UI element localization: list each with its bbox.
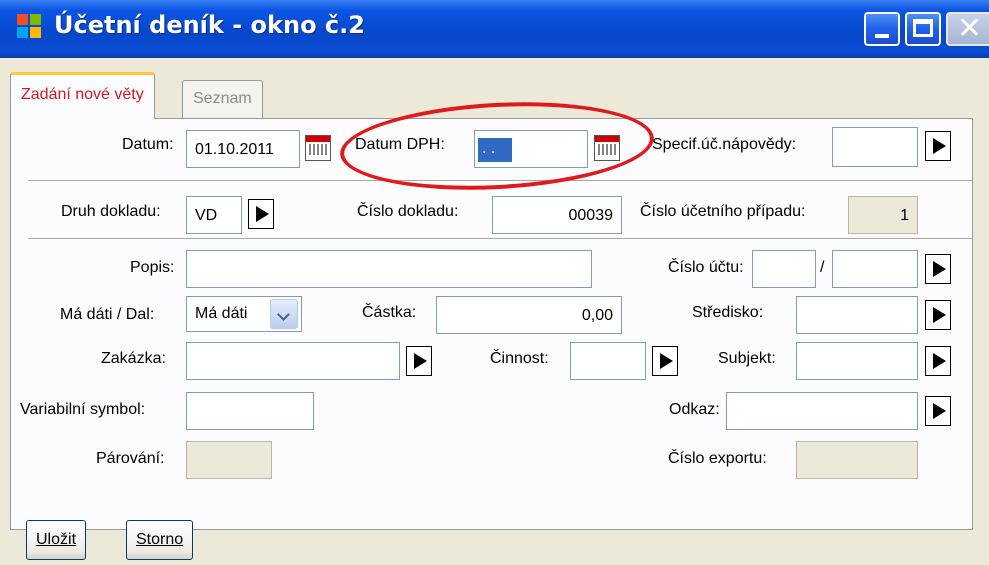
- specif-input[interactable]: [832, 127, 918, 167]
- separator: [28, 180, 972, 184]
- arrow-right-icon[interactable]: [248, 199, 274, 229]
- specif-label: Specif.úč.nápovědy:: [652, 136, 797, 153]
- stredisko-input[interactable]: [796, 296, 918, 334]
- odkaz-input[interactable]: [726, 392, 918, 430]
- cancel-button-label: Storno: [136, 531, 184, 548]
- subjekt-input[interactable]: [796, 342, 918, 380]
- arrow-right-icon[interactable]: [925, 346, 951, 376]
- chevron-down-icon[interactable]: [270, 299, 298, 329]
- arrow-right-icon[interactable]: [925, 131, 951, 161]
- tab-seznam[interactable]: Seznam: [182, 80, 263, 119]
- ma-dati-label: Má dáti / Dal:: [60, 306, 155, 323]
- castka-input[interactable]: 0,00: [436, 296, 622, 334]
- cinnost-label: Činnost:: [490, 350, 549, 367]
- cislo-pripadu-label: Číslo účetního případu:: [640, 203, 806, 220]
- cislo-uctu-label: Číslo účtu:: [668, 259, 744, 276]
- cancel-button[interactable]: Storno: [126, 520, 194, 560]
- popis-input[interactable]: [186, 250, 592, 288]
- popis-label: Popis:: [130, 259, 175, 276]
- close-button[interactable]: ✕: [946, 12, 989, 46]
- datum-label: Datum:: [122, 136, 174, 153]
- cislo-uctu-input-2[interactable]: [832, 250, 918, 288]
- cislo-uctu-separator: /: [820, 259, 825, 276]
- subjekt-label: Subjekt:: [718, 350, 776, 367]
- arrow-right-icon[interactable]: [925, 396, 951, 426]
- cislo-exportu-label: Číslo exportu:: [668, 450, 767, 467]
- variabilni-symbol-label: Variabilní symbol:: [20, 401, 146, 418]
- arrow-right-icon[interactable]: [652, 346, 678, 376]
- arrow-right-icon[interactable]: [925, 254, 951, 284]
- window-title: Účetní deník - okno č.2: [54, 11, 365, 39]
- arrow-right-icon[interactable]: [925, 300, 951, 330]
- cislo-pripadu-input: 1: [848, 196, 918, 234]
- cislo-dokladu-input[interactable]: 00039: [492, 196, 622, 234]
- cislo-exportu-input: [796, 441, 918, 479]
- parovani-input: [186, 441, 272, 479]
- save-button[interactable]: Uložit: [26, 520, 87, 560]
- title-bar[interactable]: Účetní deník - okno č.2 ✕: [0, 0, 989, 58]
- maximize-button[interactable]: [905, 12, 941, 46]
- calendar-icon[interactable]: [594, 135, 620, 161]
- save-button-label: Uložit: [36, 531, 77, 548]
- odkaz-label: Odkaz:: [669, 401, 720, 418]
- zakazka-label: Zakázka:: [101, 350, 166, 367]
- druh-dokladu-input[interactable]: VD: [186, 196, 242, 234]
- arrow-right-icon[interactable]: [406, 346, 432, 376]
- parovani-label: Párování:: [96, 450, 165, 467]
- datum-dph-label: Datum DPH:: [355, 136, 445, 153]
- druh-dokladu-label: Druh dokladu:: [61, 203, 161, 220]
- cislo-uctu-input-1[interactable]: [752, 250, 816, 288]
- minimize-icon: [875, 34, 889, 38]
- cinnost-input[interactable]: [570, 342, 646, 380]
- cislo-dokladu-label: Číslo dokladu:: [357, 203, 459, 220]
- stredisko-label: Středisko:: [692, 304, 764, 321]
- variabilni-symbol-input[interactable]: [186, 392, 314, 430]
- close-icon: ✕: [957, 11, 983, 46]
- datum-input[interactable]: 01.10.2011: [186, 130, 300, 168]
- maximize-icon: [913, 19, 933, 37]
- tab-zadani-nove-vety[interactable]: Zadání nové věty: [10, 72, 155, 119]
- datum-dph-selection: . .: [478, 138, 512, 162]
- calendar-icon[interactable]: [305, 135, 331, 161]
- minimize-button[interactable]: [864, 12, 900, 46]
- zakazka-input[interactable]: [186, 342, 400, 380]
- castka-label: Částka:: [362, 304, 417, 321]
- separator: [28, 238, 972, 242]
- app-icon[interactable]: [17, 14, 43, 40]
